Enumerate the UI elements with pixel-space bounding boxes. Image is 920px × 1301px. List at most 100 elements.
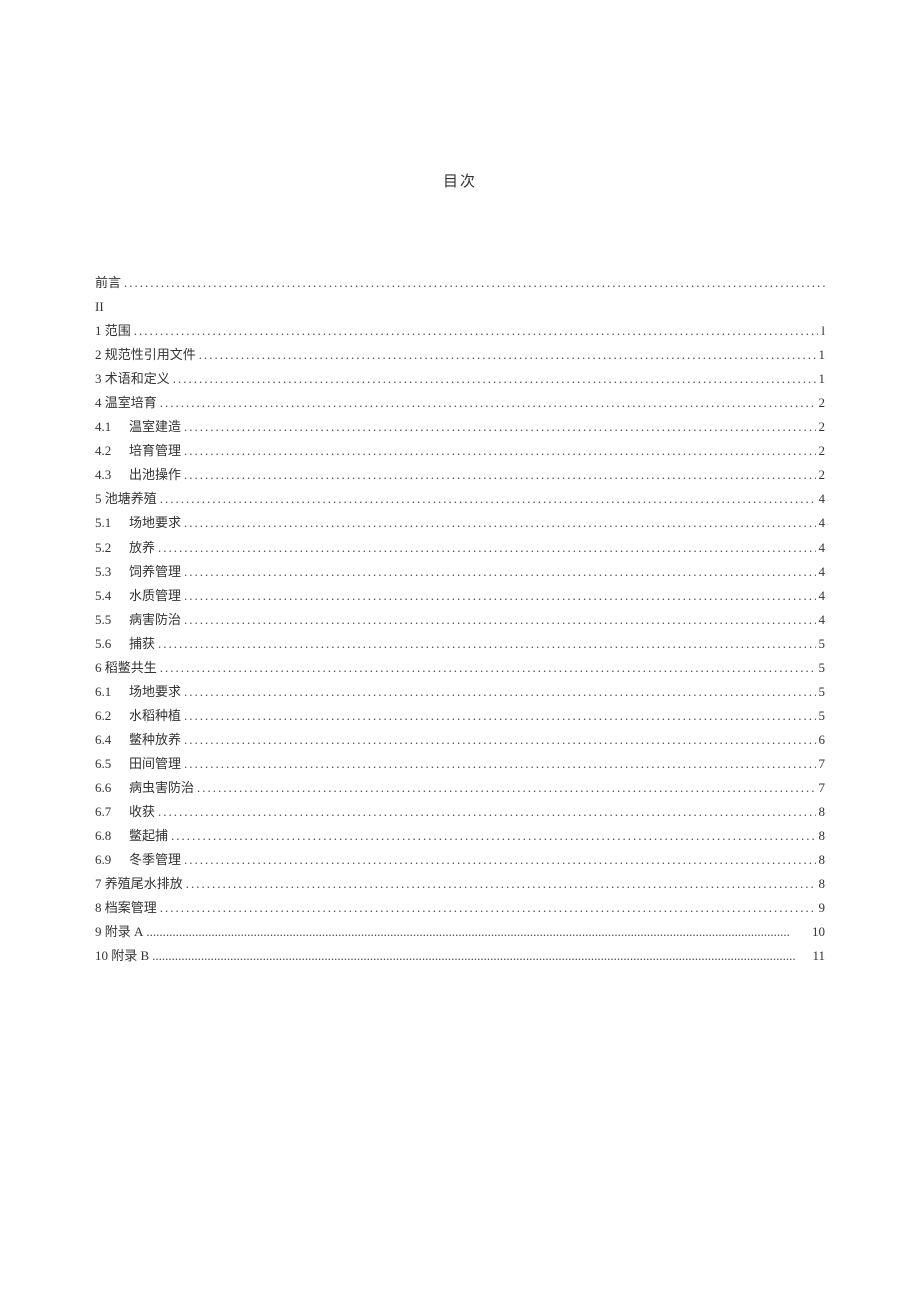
toc-entry-label: 7 养殖尾水排放 xyxy=(95,872,183,896)
toc-entry-number: 5.1 xyxy=(95,511,121,535)
toc-leader xyxy=(160,391,816,415)
toc-entry-text: 温室建造 xyxy=(129,419,181,434)
toc-entry-label: 4.1 温室建造 xyxy=(95,415,181,439)
toc-entry: 4.2 培育管理 2 xyxy=(95,439,825,463)
toc-entry-page: 4 xyxy=(819,487,826,511)
toc-entry-text: 水稻种植 xyxy=(129,708,181,723)
toc-entry-label: 5.5病害防治 xyxy=(95,608,181,632)
toc-leader xyxy=(146,920,809,944)
toc-leader xyxy=(160,487,816,511)
toc-entry-label: 5 池塘养殖 xyxy=(95,487,157,511)
toc-entry-page: 4 xyxy=(819,584,826,608)
toc-entry-label: 前言 xyxy=(95,271,121,295)
toc-entry: 5.1场地要求4 xyxy=(95,511,825,535)
toc-entry-page: 8 xyxy=(819,872,826,896)
toc-leader xyxy=(152,944,809,968)
toc-entry-page: 5 xyxy=(819,704,826,728)
toc-leader xyxy=(197,776,815,800)
toc-entry-number: 5.3 xyxy=(95,560,121,584)
toc-entry-page: 9 xyxy=(819,896,826,920)
toc-entry-label: 6.6 病虫害防治 xyxy=(95,776,194,800)
toc-entry: 9 附录 A10 xyxy=(95,920,825,944)
toc-leader xyxy=(158,536,815,560)
toc-entry-page: 4 xyxy=(819,608,826,632)
toc-entry-label: 5.6 捕获 xyxy=(95,632,155,656)
toc-entry-page: 4 xyxy=(819,560,826,584)
toc-entry-label: 6.2 水稻种植 xyxy=(95,704,181,728)
toc-entry-page: 8 xyxy=(819,800,826,824)
toc-leader xyxy=(160,896,816,920)
toc-entry: 5.5病害防治 4 xyxy=(95,608,825,632)
toc-entry-text: 冬季管理 xyxy=(129,852,181,867)
toc-entry-label: 5.4水质管理 xyxy=(95,584,181,608)
toc-entry-page: 7 xyxy=(819,752,826,776)
toc-entry-text: 病虫害防治 xyxy=(129,780,194,795)
toc-entry-label: 6.5 田间管理 xyxy=(95,752,181,776)
toc-entry-page: 2 xyxy=(819,463,826,487)
toc-entry: 5.4水质管理 4 xyxy=(95,584,825,608)
toc-entry-number: 6.1 xyxy=(95,680,121,704)
toc-entry-page: 2 xyxy=(819,391,826,415)
toc-entry-page: 8 xyxy=(819,824,826,848)
toc-entry-number: 6.8 xyxy=(95,824,121,848)
toc-entry-number: 5.6 xyxy=(95,632,121,656)
toc-entry: 2 规范性引用文件1 xyxy=(95,343,825,367)
toc-leader xyxy=(124,271,825,295)
toc-entry-label: 8 档案管理 xyxy=(95,896,157,920)
toc-leader xyxy=(184,704,815,728)
toc-entry-number: 6.5 xyxy=(95,752,121,776)
toc-entry-text: 收获 xyxy=(129,804,155,819)
toc-entry-page: 4 xyxy=(819,536,826,560)
toc-entry-number: 6.6 xyxy=(95,776,121,800)
toc-leader xyxy=(184,752,815,776)
toc-leader xyxy=(184,560,815,584)
toc-entry: 6.7收获 8 xyxy=(95,800,825,824)
toc-leader xyxy=(184,463,815,487)
toc-entry-number: 5.5 xyxy=(95,608,121,632)
toc-leader xyxy=(184,728,815,752)
toc-entry-page: 8 xyxy=(819,848,826,872)
toc-entry: 6.2 水稻种植 5 xyxy=(95,704,825,728)
toc-entry-text: 鳖种放养 xyxy=(129,732,181,747)
toc-leader xyxy=(160,656,816,680)
toc-leader xyxy=(134,319,819,343)
toc-entry-page: 4 xyxy=(819,511,826,535)
toc-entry-text: 鳖起捕 xyxy=(129,828,168,843)
toc-entry-text: 放养 xyxy=(129,540,155,555)
toc-entry: 10 附录 B11 xyxy=(95,944,825,968)
toc-entry-number: 5.2 xyxy=(95,536,121,560)
toc-entry-text: 水质管理 xyxy=(129,588,181,603)
toc-entry-page: 2 xyxy=(819,439,826,463)
toc-leader xyxy=(173,367,816,391)
toc-leader xyxy=(184,439,815,463)
toc-entry: 6.9冬季管理 8 xyxy=(95,848,825,872)
toc-entry-number: 6.2 xyxy=(95,704,121,728)
toc-entry: 6.6病虫害防治7 xyxy=(95,776,825,800)
toc-entry-label: 6.7收获 xyxy=(95,800,155,824)
toc-entry-label: 1 范围 xyxy=(95,319,131,343)
toc-entry-label: 6.1 场地要求 xyxy=(95,680,181,704)
toc-leader xyxy=(184,680,815,704)
toc-leader xyxy=(184,608,815,632)
toc-entry-number: 4.1 xyxy=(95,415,121,439)
toc-entry-text: 饲养管理 xyxy=(129,564,181,579)
toc-entry-text: 培育管理 xyxy=(129,443,181,458)
toc-title: 目次 xyxy=(95,170,825,191)
toc-entry-page: 10 xyxy=(812,920,825,944)
toc-leader xyxy=(158,800,815,824)
toc-entry-label: 2 规范性引用文件 xyxy=(95,343,196,367)
toc-entry-number: 4.2 xyxy=(95,439,121,463)
toc-entry-page: l xyxy=(821,319,825,343)
toc-entry: 6.4鳖种放养6 xyxy=(95,728,825,752)
toc-entry: 6.5 田间管理 7 xyxy=(95,752,825,776)
toc-entry: 前言 xyxy=(95,271,825,295)
toc-entry-label: 6.9冬季管理 xyxy=(95,848,181,872)
toc-entry-text: 场地要求 xyxy=(129,684,181,699)
toc-leader xyxy=(171,824,815,848)
toc-entry-number: 4.3 xyxy=(95,463,121,487)
toc-entry-text: 田间管理 xyxy=(129,756,181,771)
toc-entry-page: 5 xyxy=(819,632,826,656)
toc-entry: 4 温室培育2 xyxy=(95,391,825,415)
toc-entry-text: 捕获 xyxy=(129,636,155,651)
toc-entry: 5 池塘养殖 4 xyxy=(95,487,825,511)
